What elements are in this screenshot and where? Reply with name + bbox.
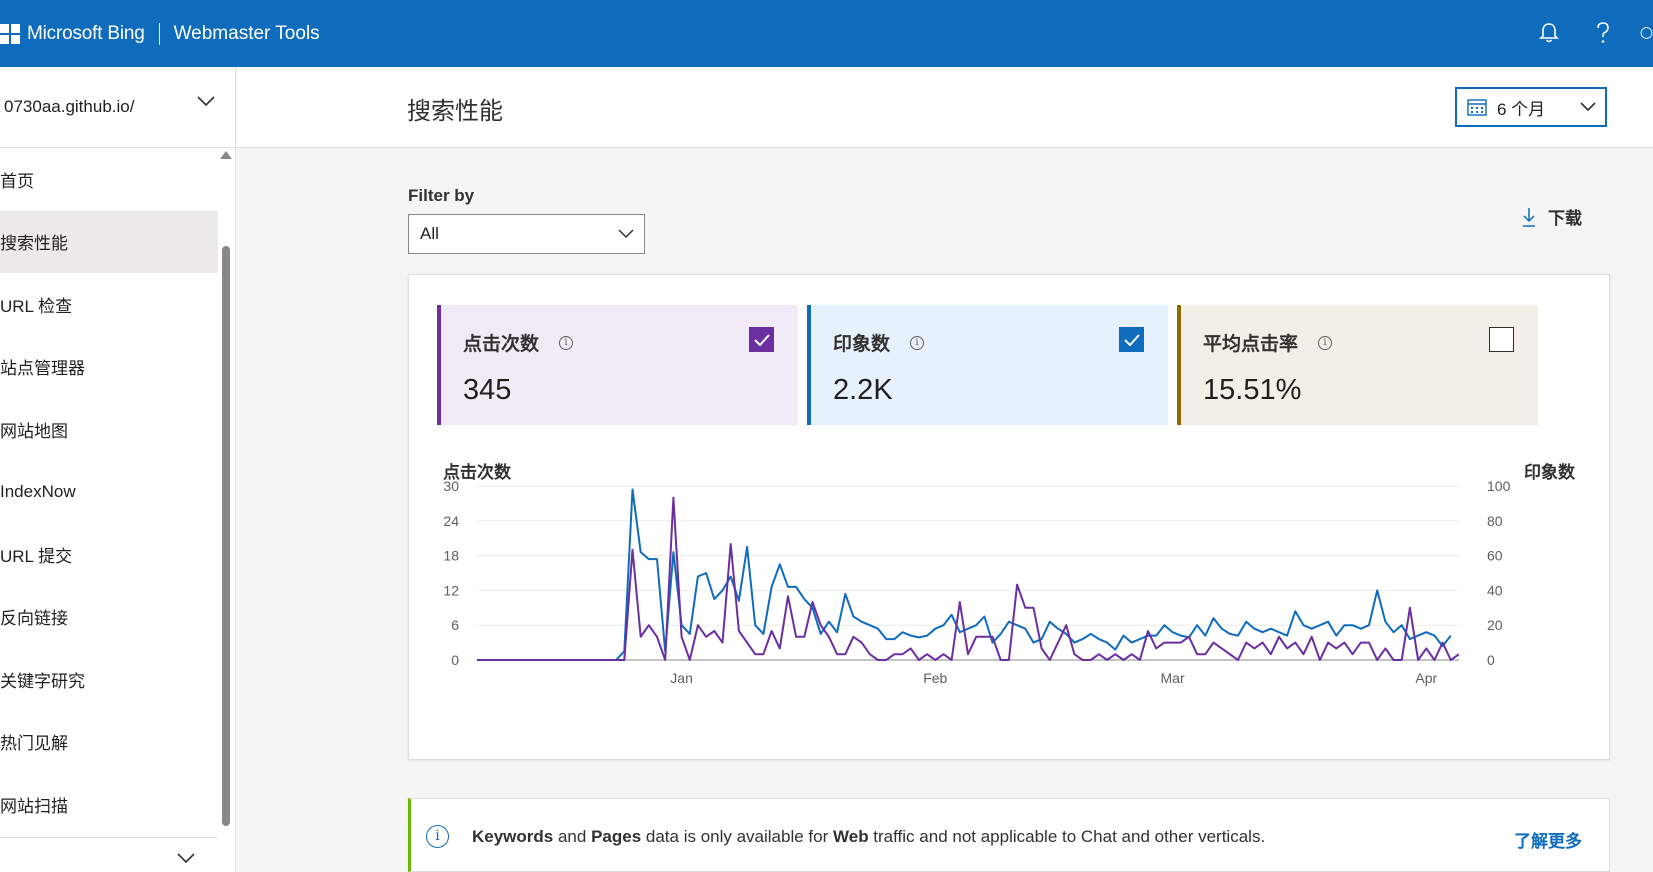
info-text: Keywords and Pages data is only availabl… [472, 827, 1266, 846]
info-icon[interactable]: i [559, 335, 574, 350]
metric-label: 平均点击率 i [1203, 329, 1538, 356]
sidebar-item[interactable]: IndexNow [0, 461, 218, 524]
brand-divider [158, 22, 160, 45]
sidebar-item-label: 搜索性能 [0, 234, 68, 254]
download-label: 下载 [1548, 209, 1582, 228]
chevron-down-icon [177, 853, 195, 864]
sidebar-item[interactable]: 站点管理器 [0, 336, 218, 399]
performance-card: 点击次数 i 345 印象数 i 2.2K 平均点击率 i 15.51% 点击次数 印象数 06… [408, 274, 1610, 760]
sidebar-item-label: 关键字研究 [0, 671, 85, 691]
metric-card[interactable]: 印象数 i 2.2K [807, 305, 1168, 425]
y-left-tick-label: 0 [451, 652, 459, 668]
site-url: 0730aa.github.io/ [4, 97, 135, 116]
sidebar-item-label: URL 提交 [0, 546, 73, 566]
download-icon [1523, 207, 1535, 227]
metric-card[interactable]: 点击次数 i 345 [437, 305, 798, 425]
sidebar-item[interactable]: 首页 [0, 148, 218, 211]
metric-card[interactable]: 平均点击率 i 15.51% [1177, 305, 1538, 425]
sidebar-item-label: URL 检查 [0, 296, 73, 316]
checkmark-icon [1123, 333, 1140, 346]
sidebar-item[interactable]: 网站扫描 [0, 773, 218, 836]
sidebar-item-label: 站点管理器 [0, 359, 85, 379]
metric-value: 2.2K [833, 374, 893, 406]
y-left-tick-label: 30 [443, 478, 459, 494]
x-tick-label: Mar [1161, 670, 1185, 686]
metric-checkbox[interactable] [749, 327, 774, 352]
metric-label: 印象数 i [833, 329, 1168, 356]
y-right-tick-label: 0 [1487, 652, 1495, 668]
y-left-tick-label: 6 [451, 617, 459, 633]
y-left-tick-label: 24 [443, 513, 459, 529]
sidebar-item[interactable]: 关键字研究 [0, 648, 218, 711]
sidebar-item-label: 网站地图 [0, 421, 68, 441]
metric-value: 345 [463, 374, 512, 406]
checkmark-icon [753, 333, 770, 346]
date-range-value: 6 个月 [1497, 99, 1546, 119]
help-icon[interactable] [1588, 18, 1618, 48]
sidebar-item-label: IndexNow [0, 481, 76, 501]
brand-name: Microsoft Bing [27, 22, 145, 44]
sidebar-item[interactable]: 网站地图 [0, 398, 218, 461]
y-left-tick-label: 12 [443, 582, 459, 598]
x-tick-label: Apr [1415, 670, 1437, 686]
performance-chart: 0 6 12 18 24 30 0 20 40 60 80 100 Jan Feb Mar Apr [443, 478, 1511, 686]
calendar-icon [1467, 99, 1487, 116]
info-icon[interactable]: i [910, 335, 925, 350]
sidebar: 0730aa.github.io/ 首页搜索性能 URL 检查 站点管理器网站地图 I… [0, 67, 236, 872]
filter-value: All [420, 224, 439, 243]
chevron-down-icon [618, 229, 634, 239]
bell-icon[interactable] [1534, 18, 1564, 48]
learn-more-link[interactable]: 了解更多 [1514, 827, 1582, 852]
scroll-up-icon[interactable] [220, 151, 232, 159]
sidebar-item[interactable]: 热门见解 [0, 711, 218, 774]
scrollbar-thumb[interactable] [222, 246, 230, 826]
sidebar-item-label: 热门见解 [0, 734, 68, 754]
download-button[interactable]: 下载 [1522, 204, 1582, 229]
info-icon: i [426, 825, 449, 848]
y-right-tick-label: 80 [1487, 513, 1503, 529]
info-banner: i Keywords and Pages data is only availa… [408, 798, 1610, 872]
sidebar-item[interactable]: URL 检查 [0, 273, 218, 336]
sidebar-item-label: 首页 [0, 171, 34, 191]
account-icon[interactable] [1640, 18, 1653, 48]
metric-checkbox[interactable] [1119, 327, 1144, 352]
x-tick-label: Feb [923, 670, 947, 686]
page-title: 搜索性能 [407, 98, 503, 125]
sidebar-scrollbar[interactable] [219, 149, 233, 829]
date-range-picker[interactable]: 6 个月 [1455, 87, 1607, 127]
y-right-tick-label: 100 [1487, 478, 1511, 494]
metric-value: 15.51% [1203, 374, 1302, 406]
site-selector[interactable]: 0730aa.github.io/ [0, 67, 236, 148]
sidebar-item-label: 反向链接 [0, 609, 68, 629]
filter-dropdown[interactable]: All [408, 214, 645, 254]
metric-checkbox[interactable] [1489, 327, 1514, 352]
sidebar-collapse[interactable] [0, 837, 218, 872]
x-tick-label: Jan [670, 670, 693, 686]
sidebar-item[interactable]: URL 提交 [0, 523, 218, 586]
chevron-down-icon [1580, 102, 1596, 112]
chevron-down-icon [197, 96, 215, 107]
metric-label: 点击次数 i [463, 329, 798, 356]
y-right-tick-label: 60 [1487, 548, 1503, 564]
product-name: Webmaster Tools [173, 22, 320, 44]
microsoft-logo-icon [0, 23, 20, 44]
sidebar-nav: 首页搜索性能 URL 检查 站点管理器网站地图 IndexNow URL 提交 反向链接关… [0, 148, 218, 836]
sidebar-item[interactable]: 反向链接 [0, 586, 218, 649]
brand[interactable]: Microsoft Bing Webmaster Tools [0, 0, 320, 67]
main-header: 搜索性能 6 个月 [237, 67, 1653, 148]
y-right-tick-label: 20 [1487, 617, 1503, 633]
sidebar-item-label: 网站扫描 [0, 796, 68, 816]
top-bar: Microsoft Bing Webmaster Tools [0, 0, 1653, 67]
y-right-tick-label: 40 [1487, 582, 1503, 598]
sidebar-item[interactable]: 搜索性能 [0, 210, 218, 273]
filter-label: Filter by [408, 186, 475, 205]
y-left-tick-label: 18 [443, 548, 459, 564]
info-icon[interactable]: i [1318, 335, 1333, 350]
